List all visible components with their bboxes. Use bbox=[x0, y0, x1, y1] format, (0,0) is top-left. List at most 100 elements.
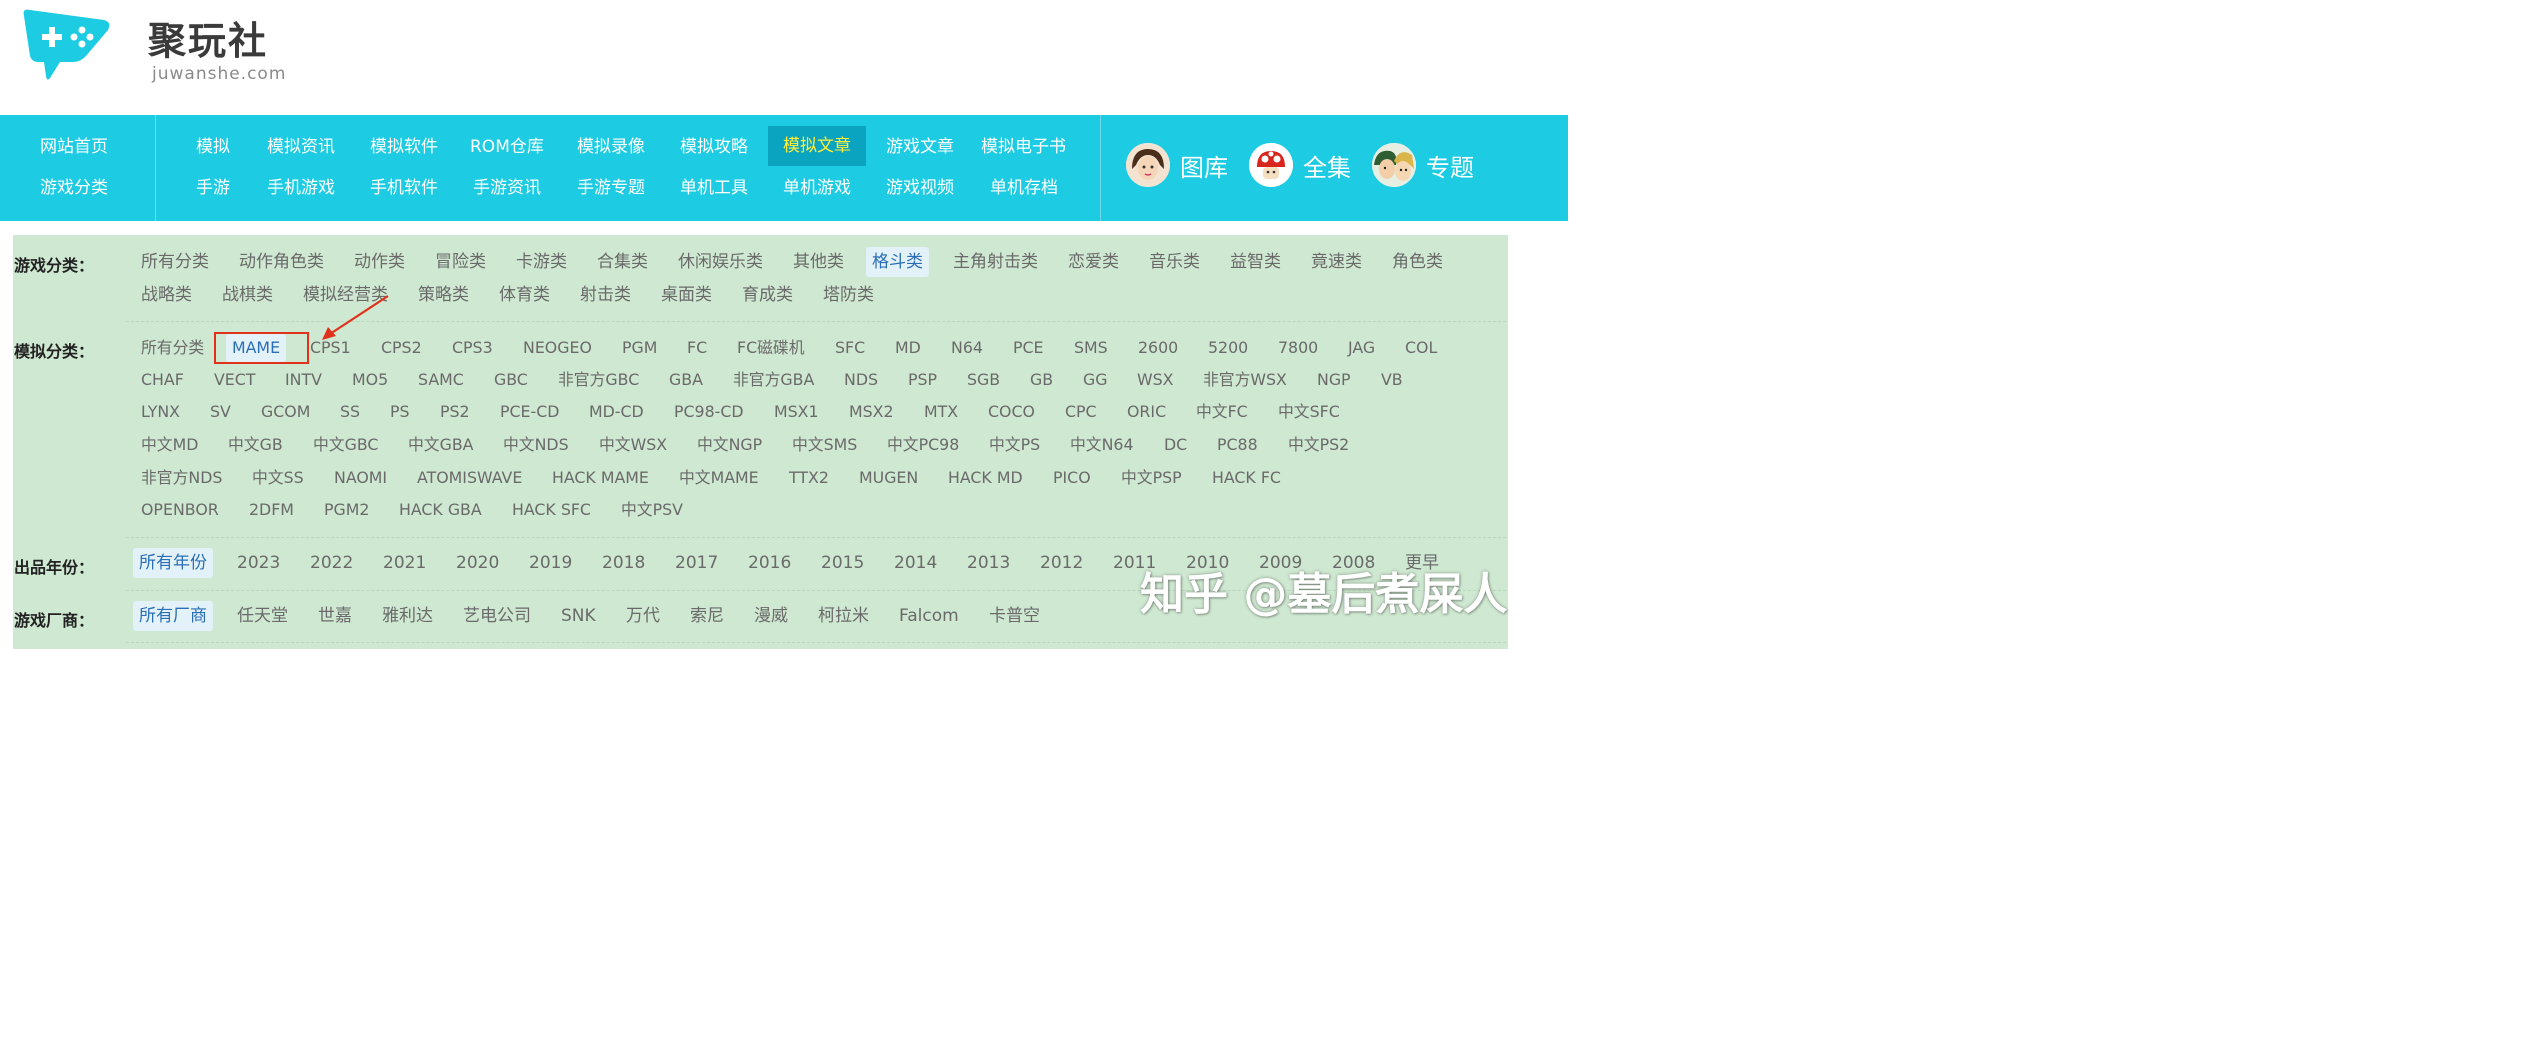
game-category-option[interactable]: 所有分类 bbox=[141, 247, 209, 277]
emulator-category-option[interactable]: PICO bbox=[1053, 463, 1091, 493]
emulator-category-option[interactable]: MO5 bbox=[352, 365, 388, 395]
release-year-option[interactable]: 2015 bbox=[821, 548, 864, 578]
nav-collections[interactable]: 全集 bbox=[1249, 141, 1351, 189]
nav-pc-games[interactable]: 单机游戏 bbox=[783, 169, 851, 207]
game-category-option[interactable]: 策略类 bbox=[418, 280, 469, 310]
release-year-option[interactable]: 2018 bbox=[602, 548, 645, 578]
game-category-option[interactable]: 益智类 bbox=[1230, 247, 1281, 277]
nav-mobile-topics[interactable]: 手游专题 bbox=[577, 169, 645, 207]
game-category-option[interactable]: 模拟经营类 bbox=[303, 280, 388, 310]
nav-gallery[interactable]: 图库 bbox=[1126, 141, 1228, 189]
emulator-category-option[interactable]: HACK FC bbox=[1212, 463, 1281, 493]
release-year-option[interactable]: 2017 bbox=[675, 548, 718, 578]
release-year-option[interactable]: 2020 bbox=[456, 548, 499, 578]
game-category-option[interactable]: 体育类 bbox=[499, 280, 550, 310]
emulator-category-option[interactable]: INTV bbox=[285, 365, 322, 395]
emulator-category-option[interactable]: TTX2 bbox=[789, 463, 829, 493]
game-category-option[interactable]: 合集类 bbox=[597, 247, 648, 277]
emulator-category-option[interactable]: COCO bbox=[988, 397, 1035, 427]
manufacturer-option[interactable]: 世嘉 bbox=[318, 601, 352, 631]
emulator-category-option[interactable]: 中文MD bbox=[141, 430, 198, 460]
emulator-category-option[interactable]: CPS1 bbox=[310, 333, 351, 363]
game-category-option[interactable]: 战略类 bbox=[141, 280, 192, 310]
nav-mobile-news[interactable]: 手游资讯 bbox=[473, 169, 541, 207]
emulator-category-option[interactable]: PC98-CD bbox=[674, 397, 744, 427]
emulator-category-option[interactable]: OPENBOR bbox=[141, 495, 219, 525]
game-category-option[interactable]: 动作类 bbox=[354, 247, 405, 277]
emulator-category-option[interactable]: 中文NGP bbox=[697, 430, 762, 460]
emulator-category-option[interactable]: SFC bbox=[835, 333, 865, 363]
emulator-category-option[interactable]: LYNX bbox=[141, 397, 180, 427]
emulator-category-option[interactable]: 非官方WSX bbox=[1203, 365, 1287, 395]
game-category-option[interactable]: 动作角色类 bbox=[239, 247, 324, 277]
nav-emulation-news[interactable]: 模拟资讯 bbox=[267, 128, 335, 166]
emulator-category-option[interactable]: PCE-CD bbox=[500, 397, 559, 427]
emulator-category-option[interactable]: PGM2 bbox=[324, 495, 369, 525]
nav-game-videos[interactable]: 游戏视频 bbox=[886, 169, 954, 207]
emulator-category-option[interactable]: VB bbox=[1381, 365, 1403, 395]
emulator-category-option[interactable]: GCOM bbox=[261, 397, 310, 427]
emulator-category-option[interactable]: DC bbox=[1164, 430, 1187, 460]
release-year-option[interactable]: 2012 bbox=[1040, 548, 1083, 578]
emulator-category-option[interactable]: WSX bbox=[1137, 365, 1173, 395]
emulator-category-option[interactable]: 2DFM bbox=[249, 495, 294, 525]
emulator-category-option[interactable]: 中文SMS bbox=[792, 430, 857, 460]
emulator-category-option[interactable]: 中文NDS bbox=[503, 430, 569, 460]
emulator-category-option[interactable]: MTX bbox=[924, 397, 958, 427]
emulator-category-option[interactable]: PGM bbox=[622, 333, 657, 363]
emulator-category-option[interactable]: SMS bbox=[1074, 333, 1108, 363]
emulator-category-option[interactable]: SV bbox=[210, 397, 231, 427]
emulator-category-option[interactable]: 非官方NDS bbox=[141, 463, 222, 493]
nav-emulation[interactable]: 模拟 bbox=[196, 128, 230, 166]
manufacturer-option[interactable]: 艺电公司 bbox=[463, 601, 531, 631]
game-category-option[interactable]: 恋爱类 bbox=[1068, 247, 1119, 277]
game-category-option[interactable]: 塔防类 bbox=[823, 280, 874, 310]
emulator-category-option[interactable]: 中文PC98 bbox=[887, 430, 959, 460]
emulator-category-option[interactable]: 中文WSX bbox=[599, 430, 667, 460]
emulator-category-option[interactable]: 所有分类 bbox=[141, 333, 204, 363]
emulator-category-option[interactable]: VECT bbox=[214, 365, 255, 395]
emulator-category-option[interactable]: 中文GBC bbox=[313, 430, 378, 460]
emulator-category-option[interactable]: GBC bbox=[494, 365, 528, 395]
nav-game-articles[interactable]: 游戏文章 bbox=[886, 128, 954, 166]
emulator-category-option[interactable]: NEOGEO bbox=[523, 333, 592, 363]
emulator-category-option[interactable]: MAME bbox=[226, 333, 287, 363]
emulator-category-option[interactable]: SAMC bbox=[418, 365, 464, 395]
nav-pc-tools[interactable]: 单机工具 bbox=[680, 169, 748, 207]
nav-emulation-software[interactable]: 模拟软件 bbox=[370, 128, 438, 166]
emulator-category-option[interactable]: GB bbox=[1030, 365, 1053, 395]
manufacturer-option[interactable]: 柯拉米 bbox=[818, 601, 869, 631]
release-year-option[interactable]: 2022 bbox=[310, 548, 353, 578]
emulator-category-option[interactable]: GBA bbox=[669, 365, 703, 395]
emulator-category-option[interactable]: MUGEN bbox=[859, 463, 918, 493]
emulator-category-option[interactable]: 中文N64 bbox=[1070, 430, 1134, 460]
emulator-category-option[interactable]: PS bbox=[390, 397, 410, 427]
release-year-option[interactable]: 2023 bbox=[237, 548, 280, 578]
emulator-category-option[interactable]: CHAF bbox=[141, 365, 184, 395]
release-year-option[interactable]: 2014 bbox=[894, 548, 937, 578]
emulator-category-option[interactable]: HACK SFC bbox=[512, 495, 591, 525]
manufacturer-option[interactable]: 所有厂商 bbox=[133, 601, 213, 631]
game-category-option[interactable]: 音乐类 bbox=[1149, 247, 1200, 277]
game-category-option[interactable]: 桌面类 bbox=[661, 280, 712, 310]
emulator-category-option[interactable]: 中文FC bbox=[1196, 397, 1248, 427]
release-year-option[interactable]: 2016 bbox=[748, 548, 791, 578]
nav-mobile-games[interactable]: 手机游戏 bbox=[267, 169, 335, 207]
emulator-category-option[interactable]: FC磁碟机 bbox=[737, 333, 805, 363]
emulator-category-option[interactable]: PSP bbox=[908, 365, 937, 395]
emulator-category-option[interactable]: 非官方GBA bbox=[733, 365, 814, 395]
manufacturer-option[interactable]: 任天堂 bbox=[237, 601, 288, 631]
emulator-category-option[interactable]: 中文SS bbox=[252, 463, 304, 493]
emulator-category-option[interactable]: 7800 bbox=[1278, 333, 1318, 363]
emulator-category-option[interactable]: 中文PS2 bbox=[1288, 430, 1349, 460]
game-category-option[interactable]: 冒险类 bbox=[435, 247, 486, 277]
emulator-category-option[interactable]: 中文GBA bbox=[408, 430, 473, 460]
emulator-category-option[interactable]: ORIC bbox=[1127, 397, 1166, 427]
game-category-option[interactable]: 其他类 bbox=[793, 247, 844, 277]
game-category-option[interactable]: 卡游类 bbox=[516, 247, 567, 277]
emulator-category-option[interactable]: HACK MAME bbox=[552, 463, 649, 493]
emulator-category-option[interactable]: NAOMI bbox=[334, 463, 387, 493]
emulator-category-option[interactable]: MSX2 bbox=[849, 397, 894, 427]
game-category-option[interactable]: 角色类 bbox=[1392, 247, 1443, 277]
emulator-category-option[interactable]: CPS3 bbox=[452, 333, 493, 363]
